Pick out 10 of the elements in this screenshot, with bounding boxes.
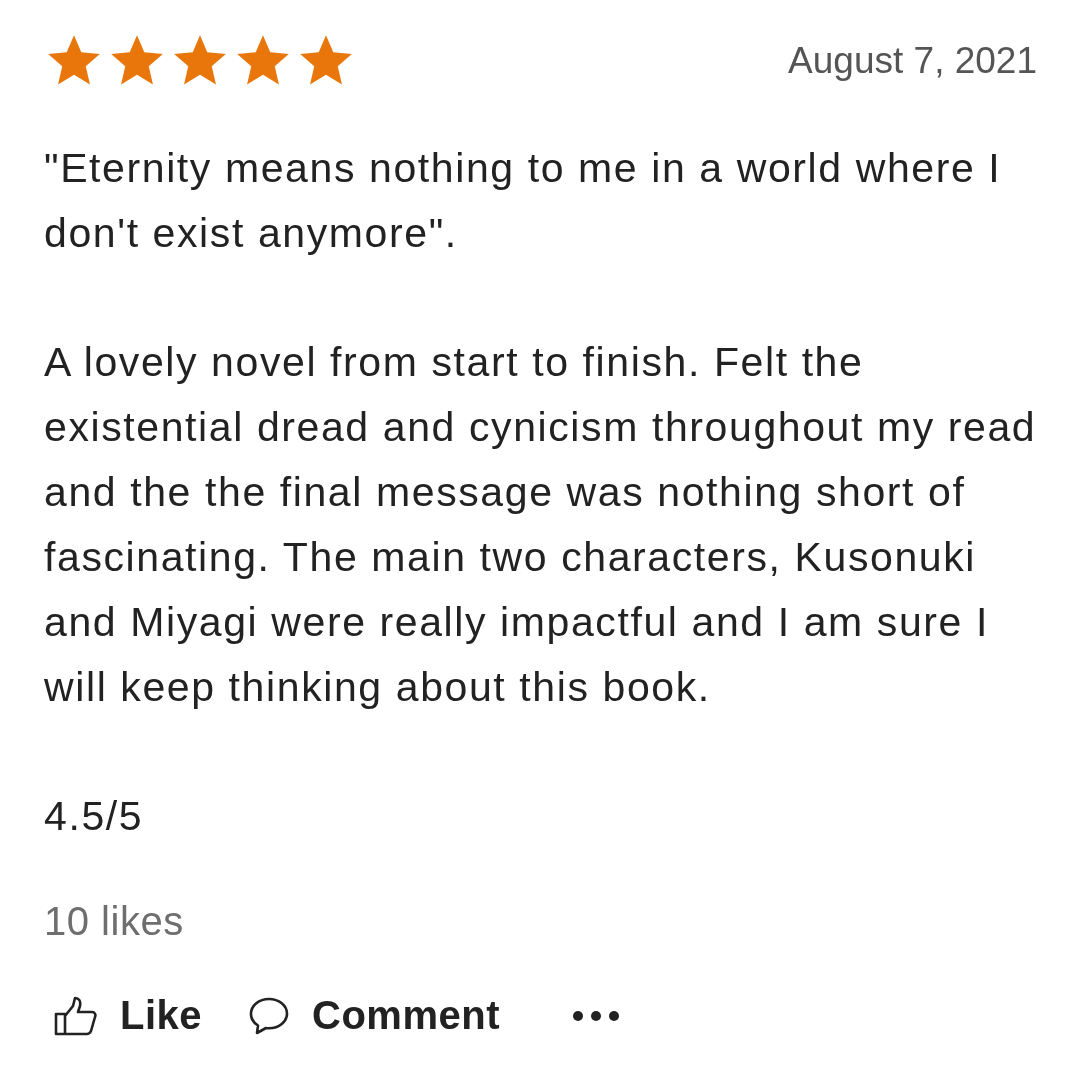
thumbs-up-icon	[54, 995, 98, 1036]
review-paragraph: "Eternity means nothing to me in a world where I don't exist anymore".	[44, 144, 1003, 258]
speech-bubble-icon	[248, 995, 291, 1036]
comment-button[interactable]: Comment	[248, 993, 500, 1038]
review-paragraph: A lovely novel from start to finish. Felt the existential dread and cynicism throughout my read and the the final message was nothing short of fascinating. The main two characters, Kusonuki and Miyagi were really impactful and I am sure I will keep thinking about this book.	[44, 338, 1038, 712]
like-button[interactable]: Like	[54, 993, 203, 1038]
more-button[interactable]	[572, 1008, 620, 1023]
review-paragraph: 4.5/5	[44, 792, 145, 841]
review-date: August 7, 2021	[788, 40, 1037, 82]
likes-count: 10 likes	[44, 899, 184, 945]
